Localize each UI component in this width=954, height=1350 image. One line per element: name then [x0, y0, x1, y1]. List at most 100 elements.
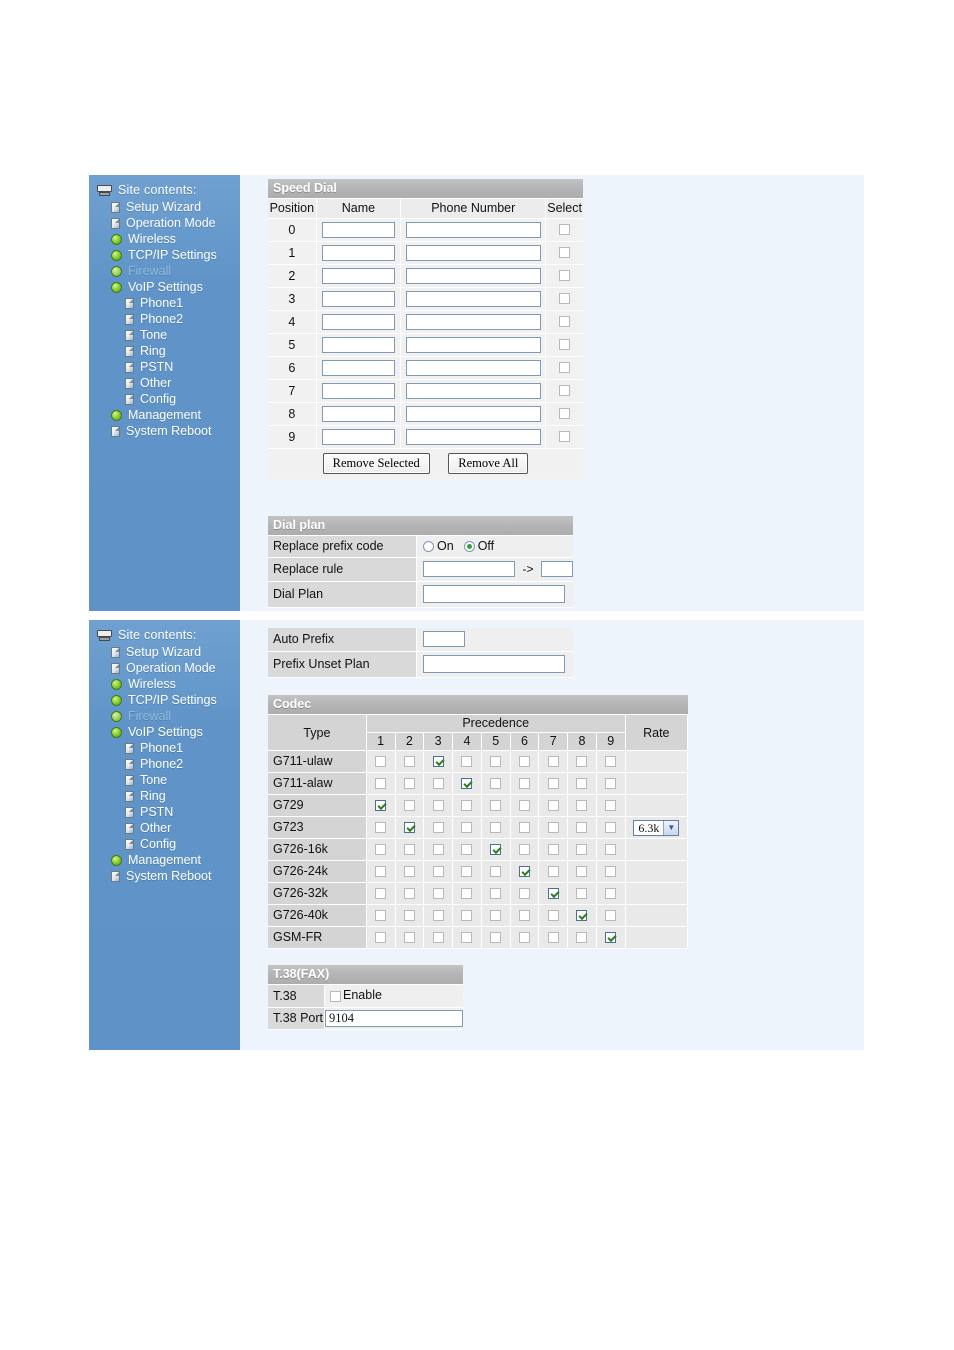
- replace-rule-to-input[interactable]: [540, 561, 573, 577]
- codec-precedence-checkbox[interactable]: [461, 822, 473, 834]
- codec-precedence-checkbox[interactable]: [461, 844, 473, 856]
- codec-precedence-checkbox[interactable]: [576, 932, 588, 944]
- codec-precedence-checkbox[interactable]: [547, 822, 559, 834]
- codec-precedence-checkbox[interactable]: [576, 822, 588, 834]
- codec-precedence-checkbox[interactable]: [490, 800, 502, 812]
- speed-dial-phone-input[interactable]: [405, 337, 541, 353]
- speed-dial-name-input[interactable]: [321, 314, 395, 330]
- sidebar-item-pstn[interactable]: PSTN: [89, 359, 240, 375]
- codec-precedence-checkbox[interactable]: [490, 756, 502, 768]
- sidebar-item-firewall[interactable]: Firewall: [89, 708, 240, 724]
- codec-precedence-checkbox[interactable]: [518, 756, 530, 768]
- codec-precedence-checkbox[interactable]: [461, 866, 473, 878]
- speed-dial-name-input[interactable]: [321, 222, 395, 238]
- codec-precedence-checkbox[interactable]: [461, 800, 473, 812]
- sidebar-item-phone1[interactable]: Phone1: [89, 740, 240, 756]
- codec-precedence-checkbox[interactable]: [547, 756, 559, 768]
- sidebar-item-setup-wizard[interactable]: Setup Wizard: [89, 199, 240, 215]
- speed-dial-phone-input[interactable]: [405, 406, 541, 422]
- speed-dial-select-checkbox[interactable]: [559, 247, 571, 259]
- codec-precedence-checkbox[interactable]: [576, 800, 588, 812]
- sidebar-item-wireless[interactable]: Wireless: [89, 676, 240, 692]
- codec-precedence-checkbox[interactable]: [432, 910, 444, 922]
- codec-precedence-checkbox[interactable]: [432, 844, 444, 856]
- codec-precedence-checkbox[interactable]: [576, 866, 588, 878]
- speed-dial-name-input[interactable]: [321, 429, 395, 445]
- auto-prefix-input[interactable]: [423, 631, 465, 647]
- speed-dial-select-checkbox[interactable]: [559, 339, 571, 351]
- codec-precedence-checkbox[interactable]: [576, 844, 588, 856]
- speed-dial-select-checkbox[interactable]: [559, 270, 571, 282]
- codec-precedence-checkbox[interactable]: [432, 756, 444, 768]
- sidebar-item-pstn[interactable]: PSTN: [89, 804, 240, 820]
- codec-precedence-checkbox[interactable]: [432, 778, 444, 790]
- speed-dial-select-checkbox[interactable]: [559, 316, 571, 328]
- speed-dial-name-input[interactable]: [321, 291, 395, 307]
- speed-dial-select-checkbox[interactable]: [559, 224, 571, 236]
- sidebar-item-tcp-ip-settings[interactable]: TCP/IP Settings: [89, 692, 240, 708]
- speed-dial-select-checkbox[interactable]: [559, 362, 571, 374]
- speed-dial-phone-input[interactable]: [405, 222, 541, 238]
- sidebar-item-firewall[interactable]: Firewall: [89, 263, 240, 279]
- codec-precedence-checkbox[interactable]: [490, 910, 502, 922]
- codec-precedence-checkbox[interactable]: [605, 822, 617, 834]
- codec-precedence-checkbox[interactable]: [461, 888, 473, 900]
- sidebar-item-setup-wizard[interactable]: Setup Wizard: [89, 644, 240, 660]
- codec-precedence-checkbox[interactable]: [403, 778, 415, 790]
- codec-precedence-checkbox[interactable]: [605, 800, 617, 812]
- codec-precedence-checkbox[interactable]: [461, 756, 473, 768]
- codec-precedence-checkbox[interactable]: [432, 822, 444, 834]
- codec-precedence-checkbox[interactable]: [518, 822, 530, 834]
- codec-precedence-checkbox[interactable]: [518, 778, 530, 790]
- remove-selected-button[interactable]: Remove Selected: [322, 453, 430, 474]
- codec-precedence-checkbox[interactable]: [605, 844, 617, 856]
- sidebar-item-operation-mode[interactable]: Operation Mode: [89, 660, 240, 676]
- sidebar-item-phone2[interactable]: Phone2: [89, 756, 240, 772]
- speed-dial-phone-input[interactable]: [405, 245, 541, 261]
- codec-precedence-checkbox[interactable]: [461, 932, 473, 944]
- speed-dial-phone-input[interactable]: [405, 383, 541, 399]
- codec-precedence-checkbox[interactable]: [518, 888, 530, 900]
- speed-dial-select-checkbox[interactable]: [559, 431, 571, 443]
- codec-precedence-checkbox[interactable]: [403, 888, 415, 900]
- speed-dial-phone-input[interactable]: [405, 314, 541, 330]
- codec-precedence-checkbox[interactable]: [605, 910, 617, 922]
- sidebar-item-ring[interactable]: Ring: [89, 343, 240, 359]
- codec-precedence-checkbox[interactable]: [518, 800, 530, 812]
- codec-precedence-checkbox[interactable]: [403, 800, 415, 812]
- speed-dial-phone-input[interactable]: [405, 268, 541, 284]
- speed-dial-phone-input[interactable]: [405, 291, 541, 307]
- codec-precedence-checkbox[interactable]: [375, 822, 387, 834]
- sidebar-item-tcp-ip-settings[interactable]: TCP/IP Settings: [89, 247, 240, 263]
- sidebar-item-tone[interactable]: Tone: [89, 772, 240, 788]
- codec-precedence-checkbox[interactable]: [547, 932, 559, 944]
- codec-precedence-checkbox[interactable]: [490, 822, 502, 834]
- codec-precedence-checkbox[interactable]: [547, 866, 559, 878]
- codec-precedence-checkbox[interactable]: [490, 932, 502, 944]
- sidebar-item-other[interactable]: Other: [89, 820, 240, 836]
- sidebar-item-phone1[interactable]: Phone1: [89, 295, 240, 311]
- speed-dial-name-input[interactable]: [321, 406, 395, 422]
- replace-rule-from-input[interactable]: [423, 561, 515, 577]
- codec-rate-select[interactable]: 6.3k ▼: [633, 819, 680, 836]
- codec-precedence-checkbox[interactable]: [432, 888, 444, 900]
- codec-precedence-checkbox[interactable]: [518, 866, 530, 878]
- codec-precedence-checkbox[interactable]: [490, 866, 502, 878]
- codec-precedence-checkbox[interactable]: [605, 756, 617, 768]
- codec-precedence-checkbox[interactable]: [518, 910, 530, 922]
- codec-precedence-checkbox[interactable]: [461, 778, 473, 790]
- codec-precedence-checkbox[interactable]: [576, 888, 588, 900]
- codec-precedence-checkbox[interactable]: [375, 910, 387, 922]
- codec-precedence-checkbox[interactable]: [403, 844, 415, 856]
- sidebar-item-system-reboot[interactable]: System Reboot: [89, 868, 240, 884]
- t38-port-input[interactable]: [325, 1010, 463, 1027]
- codec-precedence-checkbox[interactable]: [576, 910, 588, 922]
- codec-precedence-checkbox[interactable]: [432, 800, 444, 812]
- codec-precedence-checkbox[interactable]: [490, 888, 502, 900]
- codec-precedence-checkbox[interactable]: [403, 756, 415, 768]
- codec-precedence-checkbox[interactable]: [375, 844, 387, 856]
- codec-precedence-checkbox[interactable]: [403, 910, 415, 922]
- sidebar-item-management[interactable]: Management: [89, 407, 240, 423]
- codec-precedence-checkbox[interactable]: [375, 778, 387, 790]
- codec-precedence-checkbox[interactable]: [605, 888, 617, 900]
